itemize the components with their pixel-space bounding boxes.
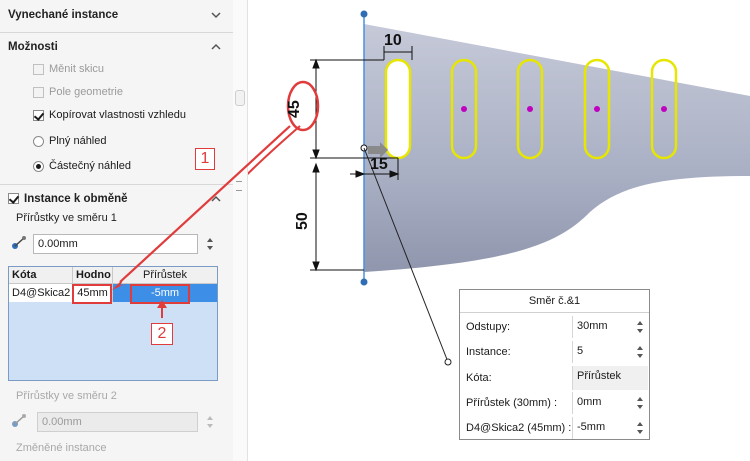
direction2-label: Přírůstky ve směru 2 bbox=[16, 390, 117, 402]
leader-end-icon bbox=[444, 358, 452, 366]
spinner[interactable] bbox=[635, 395, 645, 411]
section-title: Instance k obměně bbox=[24, 193, 128, 205]
dimension-value: Přírůstek bbox=[577, 370, 622, 382]
spinner[interactable] bbox=[635, 319, 645, 335]
option-geometry-pattern[interactable]: Pole geometrie bbox=[33, 84, 123, 100]
direction1-increment-input[interactable]: 0.00mm bbox=[33, 234, 198, 254]
part-body[interactable] bbox=[364, 24, 750, 272]
slot-center-point-icon bbox=[461, 106, 467, 112]
seed-slot[interactable] bbox=[384, 58, 412, 160]
slot-center-point-icon bbox=[527, 106, 533, 112]
checkbox[interactable] bbox=[33, 63, 44, 75]
spacing-field[interactable]: 30mm bbox=[572, 316, 648, 338]
option-change-sketch[interactable]: Měnit skicu bbox=[33, 61, 104, 77]
dimension-body-height[interactable]: 50 bbox=[294, 212, 312, 230]
section-options[interactable]: Možnosti bbox=[0, 36, 233, 58]
callout-arrow bbox=[248, 125, 301, 175]
instances-value: 5 bbox=[577, 345, 584, 357]
radio-button[interactable] bbox=[33, 160, 44, 172]
dialog-title: Směr č.&1 bbox=[460, 290, 649, 313]
callout-number-1: 1 bbox=[195, 148, 215, 170]
highlight-box-value bbox=[72, 284, 112, 304]
dialog-label-increment-30: Přírůstek (30mm) : bbox=[466, 397, 558, 409]
spinner[interactable] bbox=[635, 420, 645, 436]
dimension-increment-icon bbox=[12, 414, 26, 427]
splitter-handle-icon[interactable] bbox=[235, 90, 245, 106]
direction2-increment-input[interactable]: 0.00mm bbox=[37, 412, 198, 432]
dialog-label-instances: Instance: bbox=[466, 346, 511, 358]
radio-partial-preview[interactable]: Částečný náhled bbox=[33, 158, 131, 174]
chevron-up-icon[interactable] bbox=[209, 192, 223, 206]
spacing-value: 30mm bbox=[577, 320, 608, 332]
callout-number-2: 2 bbox=[151, 323, 173, 345]
d4-sketch2-field[interactable]: -5mm bbox=[572, 417, 648, 439]
changed-instances-label: Změněné instance bbox=[16, 442, 107, 454]
section-title: Vynechané instance bbox=[8, 9, 119, 21]
option-label: Měnit skicu bbox=[49, 63, 105, 75]
radio-label: Částečný náhled bbox=[49, 160, 131, 172]
dialog-label-d4-sketch2: D4@Skica2 (45mm) : bbox=[466, 422, 572, 434]
increment-30-value: 0mm bbox=[577, 396, 602, 408]
d4-sketch2-value: -5mm bbox=[577, 421, 606, 433]
section-skipped-instances[interactable]: Vynechané instance bbox=[0, 4, 233, 26]
dialog-label-dimension: Kóta: bbox=[466, 372, 492, 384]
chevron-up-icon[interactable] bbox=[209, 40, 223, 54]
radio-label: Plný náhled bbox=[49, 135, 107, 147]
dimension-slot-offset[interactable]: 15 bbox=[370, 156, 388, 174]
option-label: Kopírovat vlastnosti vzhledu bbox=[49, 109, 186, 121]
splitter-grip-icon[interactable] bbox=[236, 181, 242, 191]
direction1-spinner[interactable] bbox=[204, 234, 216, 254]
divider bbox=[0, 32, 233, 33]
dialog-label-spacing: Odstupy: bbox=[466, 321, 511, 333]
panel-splitter[interactable] bbox=[233, 0, 248, 461]
section-title: Možnosti bbox=[8, 41, 58, 53]
property-manager-panel: Vynechané instance Možnosti Měnit skicu … bbox=[0, 0, 234, 461]
slot-center-point-icon bbox=[594, 106, 600, 112]
checkbox[interactable] bbox=[8, 193, 19, 204]
divider bbox=[0, 184, 233, 185]
dimension-field[interactable]: Přírůstek bbox=[572, 366, 648, 390]
column-header-increment[interactable]: Přírůstek bbox=[113, 267, 217, 284]
slot-center-point-icon bbox=[661, 106, 667, 112]
endpoint-icon[interactable] bbox=[360, 278, 368, 286]
increment-30-field[interactable]: 0mm bbox=[572, 392, 648, 414]
column-header-value[interactable]: Hodno bbox=[73, 267, 113, 284]
endpoint-icon[interactable] bbox=[360, 10, 368, 18]
dimension-slot-width[interactable]: 10 bbox=[384, 32, 402, 50]
spinner[interactable] bbox=[635, 344, 645, 360]
highlight-box-increment bbox=[130, 284, 190, 304]
instances-field[interactable]: 5 bbox=[572, 341, 648, 363]
direction-instance-dialog[interactable]: Směr č.&1 Odstupy: 30mm Instance: 5 Kóta… bbox=[459, 289, 650, 440]
checkbox[interactable] bbox=[33, 109, 44, 121]
chevron-down-icon[interactable] bbox=[209, 8, 223, 22]
option-propagate-appearance[interactable]: Kopírovat vlastnosti vzhledu bbox=[33, 107, 186, 123]
cell-dimension[interactable]: D4@Skica2 bbox=[9, 284, 73, 302]
dimension-increment-icon bbox=[12, 236, 26, 249]
option-label: Pole geometrie bbox=[49, 86, 123, 98]
radio-button[interactable] bbox=[33, 135, 44, 147]
section-instances-to-vary[interactable]: Instance k obměně bbox=[0, 188, 233, 210]
direction1-label: Přírůstky ve směru 1 bbox=[16, 212, 117, 224]
checkbox[interactable] bbox=[33, 86, 44, 98]
dimension-slot-length[interactable]: 45 bbox=[286, 100, 304, 118]
direction2-spinner[interactable] bbox=[204, 412, 216, 432]
column-header-dimension[interactable]: Kóta bbox=[9, 267, 73, 284]
radio-full-preview[interactable]: Plný náhled bbox=[33, 133, 107, 149]
